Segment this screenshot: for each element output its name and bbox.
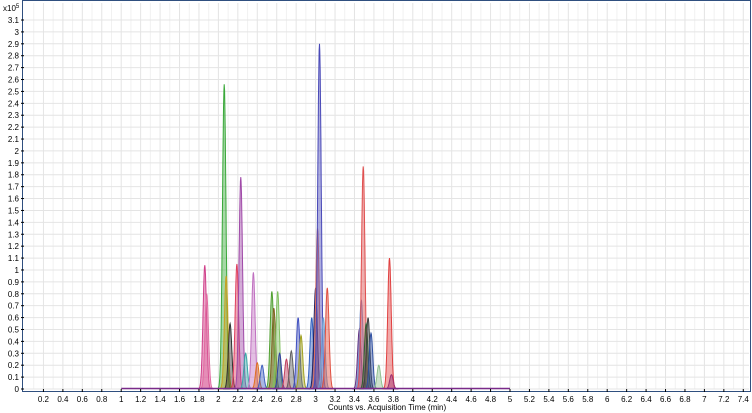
y-tick-label: 0.9 bbox=[8, 278, 20, 287]
y-tick-label: 0 bbox=[15, 385, 20, 394]
x-tick-label: 1 bbox=[119, 395, 124, 404]
x-tick-label: 5.6 bbox=[563, 395, 575, 404]
y-tick-label: 2.9 bbox=[8, 40, 20, 49]
x-tick-label: 5.8 bbox=[582, 395, 594, 404]
x-tick-label: 4.6 bbox=[466, 395, 478, 404]
y-tick-label: 0.7 bbox=[8, 302, 20, 311]
y-tick-label: 0.2 bbox=[8, 361, 20, 370]
y-axis: 0 0.1 0.2 0.3 0.4 0.5 0.6 0.7 0.8 0.9 1 1.1 1.2 1.3 1.… bbox=[8, 16, 24, 394]
y-tick-label: 2.3 bbox=[8, 111, 20, 120]
y-tick-label: 1.4 bbox=[8, 218, 20, 227]
y-tick-label: 2 bbox=[15, 147, 20, 156]
x-tick-label: 1.6 bbox=[174, 395, 186, 404]
x-tick-label: 7 bbox=[702, 395, 707, 404]
y-tick-label: 2.8 bbox=[8, 52, 20, 61]
x-tick-label: 6 bbox=[605, 395, 610, 404]
x-axis-title: Counts vs. Acquisition Time (min) bbox=[328, 403, 447, 412]
y-tick-label: 0.3 bbox=[8, 349, 20, 358]
x-tick-label: 6.4 bbox=[641, 395, 653, 404]
x-tick-label: 1.8 bbox=[193, 395, 205, 404]
x-tick-label: 6.2 bbox=[621, 395, 633, 404]
y-tick-label: 0.5 bbox=[8, 325, 20, 334]
x-tick-label: 2.6 bbox=[271, 395, 283, 404]
y-tick-label: 1.6 bbox=[8, 195, 20, 204]
x-tick-label: 0.4 bbox=[57, 395, 69, 404]
y-tick-label: 1.5 bbox=[8, 206, 20, 215]
y-tick-label: 1.1 bbox=[8, 254, 20, 263]
x-tick-label: 3 bbox=[313, 395, 318, 404]
y-tick-label: 3 bbox=[15, 28, 20, 37]
y-tick-label: 2.2 bbox=[8, 123, 20, 132]
y-tick-label: 0.4 bbox=[8, 337, 20, 346]
x-tick-label: 4.4 bbox=[446, 395, 458, 404]
y-tick-label: 1.7 bbox=[8, 183, 20, 192]
y-tick-label: 2.6 bbox=[8, 76, 20, 85]
x-tick-label: 5 bbox=[508, 395, 513, 404]
y-tick-label: 1.3 bbox=[8, 230, 20, 239]
x-tick-label: 0.6 bbox=[77, 395, 89, 404]
x-tick-label: 2.4 bbox=[252, 395, 264, 404]
x-tick-label: 7.2 bbox=[718, 395, 730, 404]
y-tick-label: 1.8 bbox=[8, 171, 20, 180]
x-tick-label: 2 bbox=[216, 395, 221, 404]
x-tick-label: 6.6 bbox=[660, 395, 672, 404]
x-tick-label: 2.8 bbox=[291, 395, 303, 404]
y-tick-label: 1.9 bbox=[8, 159, 20, 168]
y-tick-label: 1 bbox=[15, 266, 20, 275]
x-tick-label: 2.2 bbox=[232, 395, 244, 404]
x-tick-label: 4.8 bbox=[485, 395, 497, 404]
y-tick-label: 2.5 bbox=[8, 87, 20, 96]
plot-frame bbox=[22, 0, 751, 392]
x-tick-label: 0.8 bbox=[96, 395, 108, 404]
x-tick-label: 1.4 bbox=[155, 395, 167, 404]
y-tick-label: 0.1 bbox=[8, 373, 20, 382]
chromatogram-window: 0.2 0.4 0.6 0.8 1 1.2 1.4 1.6 1.8 2 2.2 2.4 2.6 2.8 3 3… bbox=[0, 0, 752, 413]
y-tick-label: 2.7 bbox=[8, 64, 20, 73]
y-tick-label: 0.6 bbox=[8, 314, 20, 323]
x-tick-label: 5.4 bbox=[543, 395, 555, 404]
x-tick-label: 6.8 bbox=[679, 395, 691, 404]
y-tick-label: 2.1 bbox=[8, 135, 20, 144]
x-tick-label: 0.2 bbox=[38, 395, 50, 404]
y-tick-label: 1.2 bbox=[8, 242, 20, 251]
y-axis-multiplier: x105 bbox=[3, 4, 20, 13]
y-tick-label: 0.8 bbox=[8, 290, 20, 299]
y-tick-label: 3.1 bbox=[8, 16, 20, 25]
chromatogram-chart: 0.2 0.4 0.6 0.8 1 1.2 1.4 1.6 1.8 2 2.2 2.4 2.6 2.8 3 3… bbox=[3, 0, 751, 412]
x-tick-label: 7.4 bbox=[738, 395, 750, 404]
x-tick-label: 5.2 bbox=[524, 395, 536, 404]
x-tick-label: 1.2 bbox=[135, 395, 147, 404]
y-tick-label: 2.4 bbox=[8, 99, 20, 108]
